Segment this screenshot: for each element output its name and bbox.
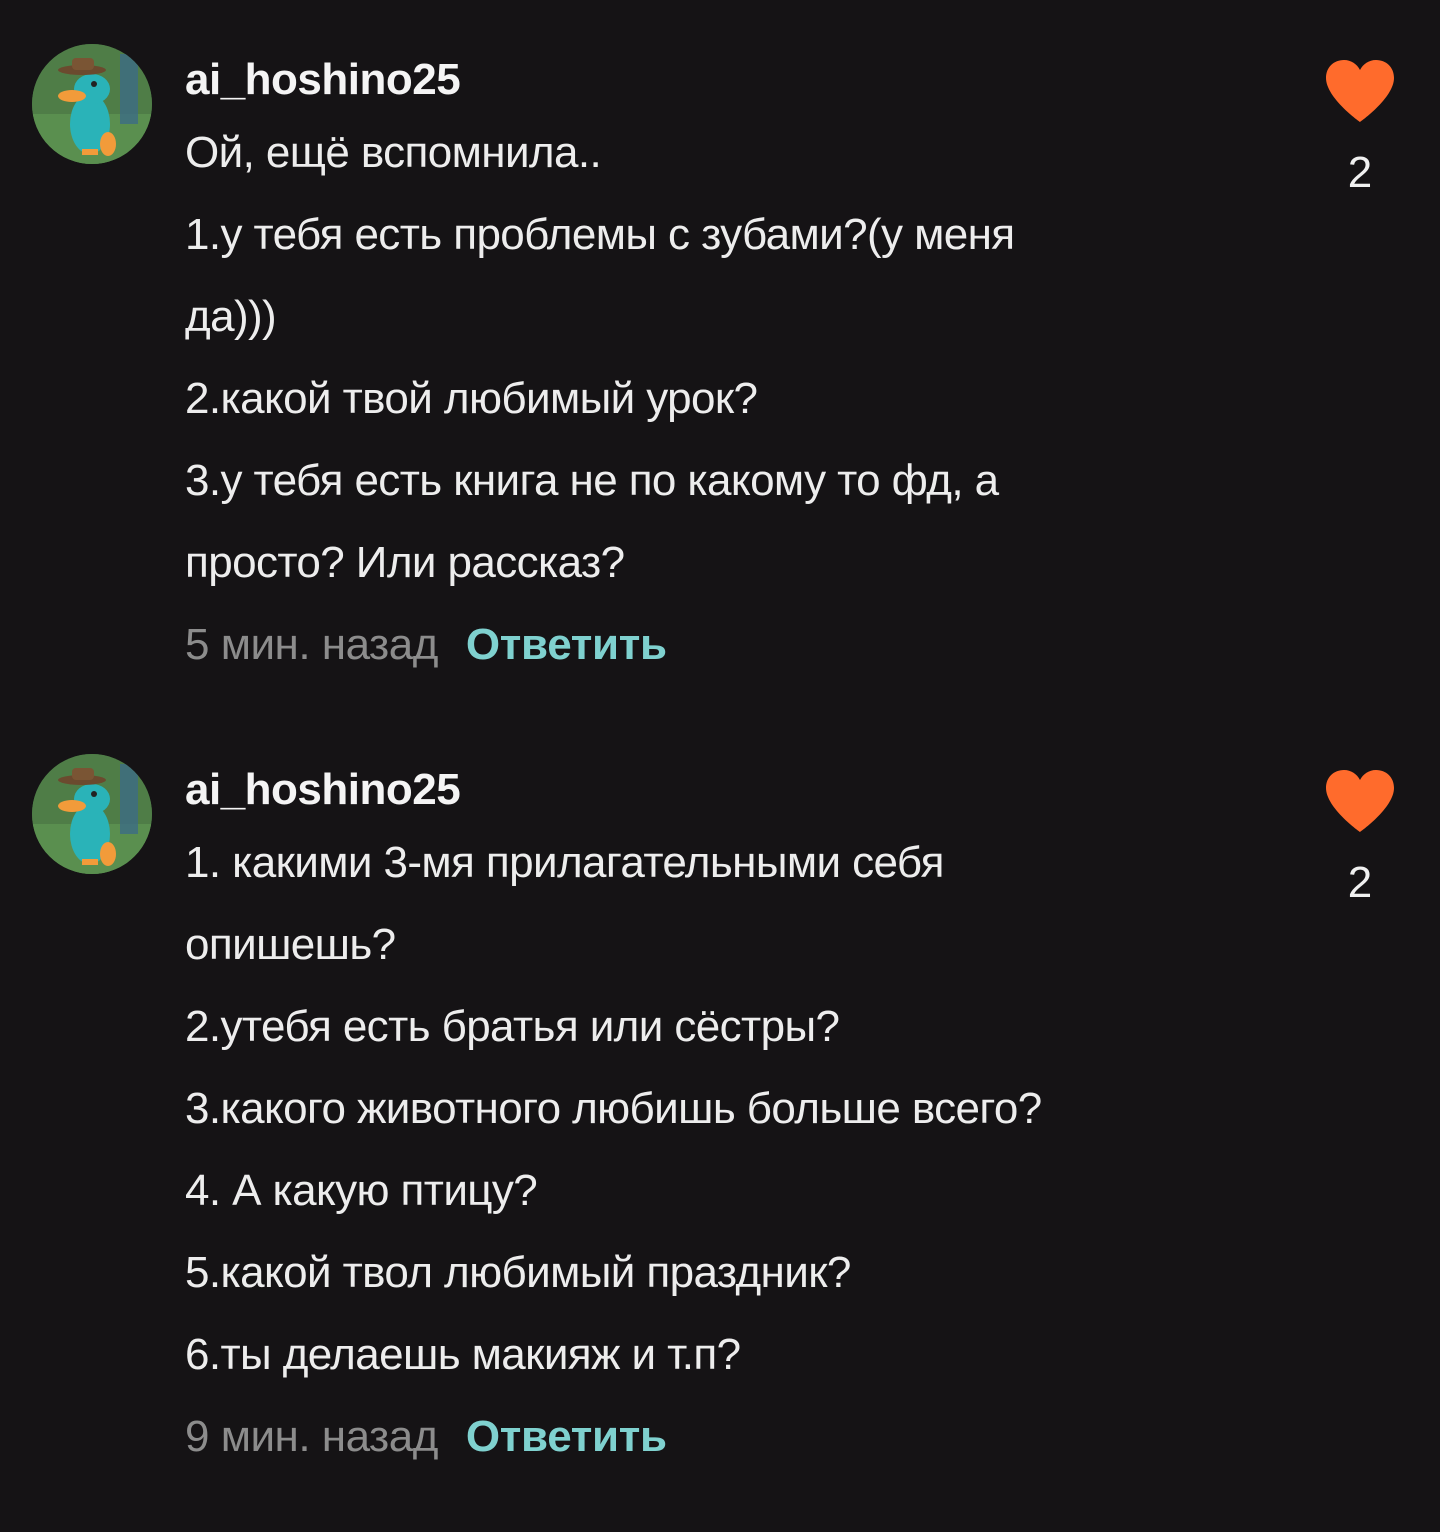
comment-line: 6.ты делаешь макияж и т.п? <box>185 1330 741 1379</box>
like-count: 2 <box>1347 148 1373 197</box>
comment-line: да))) <box>185 292 277 341</box>
like-button[interactable]: 2 <box>1318 58 1402 198</box>
comment-line: 3.у тебя есть книга не по какому то фд, … <box>185 456 999 505</box>
comment-line: 1.у тебя есть проблемы с зубами?(у меня <box>185 210 1015 259</box>
timestamp: 5 мин. назад <box>185 620 438 669</box>
comment-line: опишешь? <box>185 920 396 969</box>
reply-button[interactable]: Ответить <box>466 1412 667 1461</box>
username[interactable]: ai_hoshino25 <box>185 762 1245 818</box>
comment-meta: 9 мин. назад Ответить <box>185 1396 1245 1478</box>
user-avatar[interactable] <box>32 44 152 164</box>
like-count: 2 <box>1347 858 1373 907</box>
comment-line: 4. А какую птицу? <box>185 1166 538 1215</box>
heart-icon <box>1326 60 1394 122</box>
comment-content: ai_hoshino25 Ой, ещё вспомнила.. 1.у теб… <box>185 52 1245 686</box>
comment-content: ai_hoshino25 1. какими 3-мя прилагательн… <box>185 762 1245 1478</box>
comment-text: Ой, ещё вспомнила.. 1.у тебя есть пробле… <box>185 112 1245 604</box>
platypus-avatar-icon <box>32 754 152 874</box>
comment-line: 2.какой твой любимый урок? <box>185 374 758 423</box>
comment-line: 2.утебя есть братья или сёстры? <box>185 1002 840 1051</box>
user-avatar[interactable] <box>32 754 152 874</box>
comment-line: 1. какими 3-мя прилагательными себя <box>185 838 944 887</box>
like-button[interactable]: 2 <box>1318 768 1402 908</box>
platypus-avatar-icon <box>32 44 152 164</box>
comment-text: 1. какими 3-мя прилагательными себя опиш… <box>185 822 1245 1396</box>
comment-line: 3.какого животного любишь больше всего? <box>185 1084 1042 1133</box>
comment-line: просто? Или рассказ? <box>185 538 625 587</box>
comment-line: Ой, ещё вспомнила.. <box>185 128 602 177</box>
timestamp: 9 мин. назад <box>185 1412 438 1461</box>
reply-button[interactable]: Ответить <box>466 620 667 669</box>
comment-meta: 5 мин. назад Ответить <box>185 604 1245 686</box>
username[interactable]: ai_hoshino25 <box>185 52 1245 108</box>
heart-icon <box>1326 770 1394 832</box>
comment-line: 5.какой твол любимый праздник? <box>185 1248 851 1297</box>
